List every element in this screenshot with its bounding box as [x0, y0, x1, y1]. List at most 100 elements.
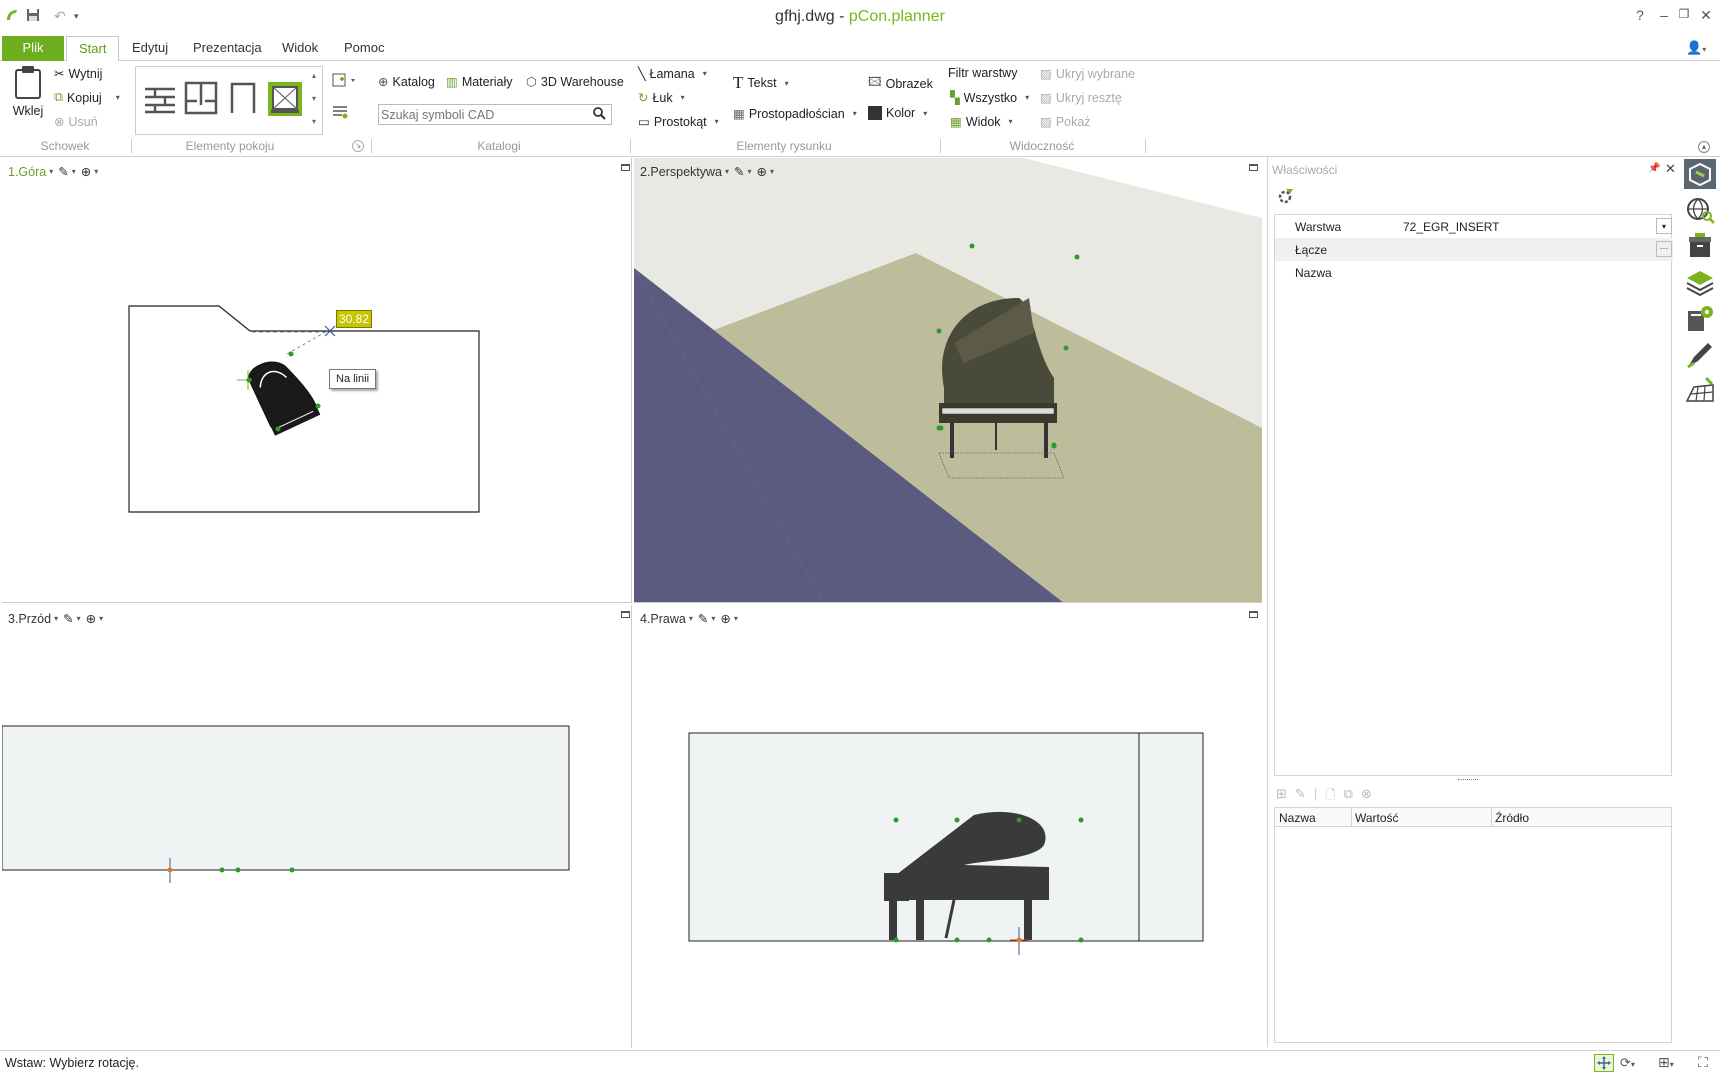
property-row-name[interactable]: Nazwa [1275, 261, 1673, 284]
hide-selected-button[interactable]: ▨ Ukryj wybrane [1040, 66, 1135, 82]
viewport-perspective[interactable]: 2.Perspektywa ▾ ✎ ▾ ⊕ ▾ [634, 158, 1262, 603]
view-filter-button[interactable]: ▦ Widok ▾ [950, 114, 1013, 130]
pen-icon[interactable]: ✎ [734, 164, 744, 179]
edit-icon[interactable]: ✎ [1295, 786, 1306, 808]
link-ellipsis-button[interactable]: ··· [1656, 241, 1672, 257]
archive-box-icon[interactable] [1684, 231, 1716, 261]
panel-close-icon[interactable]: ✕ [1665, 161, 1676, 177]
duplicate-icon[interactable]: ⧉ [1344, 786, 1353, 808]
rectangle-button[interactable]: ▭ Prostokąt ▾ [638, 114, 719, 130]
snap-mode-icon[interactable]: ⟳▾ [1620, 1055, 1635, 1071]
viewport-maximize-icon[interactable] [1249, 164, 1258, 171]
insert-symbol-icon[interactable] [332, 73, 358, 90]
group-label-katalogi: Katalogi [477, 139, 521, 153]
undo-icon[interactable]: ↶ [54, 8, 66, 25]
tab-edytuj[interactable]: Edytuj [120, 36, 180, 61]
color-swatch-icon [868, 106, 882, 120]
splitter-handle[interactable] [1458, 779, 1478, 780]
user-add-icon[interactable]: 👤▾ [1686, 40, 1706, 56]
properties-settings-icon[interactable] [1276, 187, 1294, 208]
crosshair-icon[interactable]: ⊕ [757, 164, 767, 179]
tab-widok[interactable]: Widok [270, 36, 330, 61]
cut-button[interactable]: ✂ Wytnij [54, 66, 102, 82]
column-header-source[interactable]: Źródło [1495, 811, 1529, 825]
fullscreen-icon[interactable]: ⛶ [1698, 1054, 1708, 1071]
tab-start[interactable]: Start [66, 36, 120, 62]
show-button[interactable]: ▨ Pokaż [1040, 114, 1091, 130]
move-mode-icon[interactable] [1594, 1054, 1614, 1072]
cad-search-input[interactable] [381, 106, 581, 123]
dialog-launcher-icon[interactable]: ↘ [352, 140, 364, 152]
column-header-value[interactable]: Wartość [1355, 811, 1399, 825]
ribbon-tabs: Plik Start Edytuj Prezentacja Widok Pomo… [0, 36, 1720, 62]
window-element-icon[interactable] [267, 81, 303, 117]
minimize-button[interactable]: – [1654, 7, 1674, 23]
group-separator [131, 139, 132, 153]
gallery-expand-icon[interactable]: ▾ [312, 117, 316, 126]
arc-icon: ↻ [638, 91, 649, 105]
save-icon[interactable] [26, 8, 40, 25]
table-toolbar: ⊞ ✎ | 🗋 ⧉ ⊗ [1276, 786, 1372, 808]
all-label: Wszystko [963, 90, 1018, 105]
add-row-icon[interactable]: ⊞ [1276, 786, 1287, 808]
pen-tool-icon[interactable] [1684, 339, 1716, 369]
viewport-top[interactable]: 1.Góra ▾ ✎ ▾ ⊕ ▾ 30.82 Na linii [2, 158, 632, 603]
property-value: 72_EGR_INSERT [1403, 220, 1500, 234]
catalog-gear-icon[interactable] [1684, 303, 1716, 333]
delete-button[interactable]: ⊗ Usuń [54, 114, 98, 130]
help-button[interactable]: ? [1630, 7, 1650, 23]
collapse-ribbon-icon[interactable]: ▴ [1698, 141, 1710, 153]
door-icon[interactable] [226, 81, 260, 115]
wall-icon[interactable] [143, 81, 177, 115]
hide-rest-button[interactable]: ▨ Ukryj resztę [1040, 90, 1122, 106]
all-button[interactable]: ▚ Wszystko ▾ [950, 90, 1029, 106]
dimension-input[interactable]: 30.82 [336, 310, 373, 328]
materials-button[interactable]: ▥ Materiały [446, 74, 513, 90]
layout-grid-icon[interactable]: ⊞▾ [1658, 1054, 1674, 1071]
properties-cube-icon[interactable] [1684, 159, 1716, 189]
materials-label: Materiały [461, 74, 513, 89]
polyline-button[interactable]: ╲ Łamana ▾ [638, 66, 707, 82]
pin-icon[interactable]: 📌 [1648, 163, 1660, 174]
arc-button[interactable]: ↻ Łuk ▾ [638, 90, 685, 106]
paste-button[interactable]: Wklej [10, 65, 46, 118]
close-button[interactable]: ✕ [1696, 7, 1716, 24]
quick-access-dropdown-icon[interactable]: ▾ [74, 11, 79, 22]
gallery-scroll-down-icon[interactable]: ▾ [312, 94, 316, 103]
restore-button[interactable]: ❐ [1674, 7, 1694, 21]
layer-filter-button[interactable]: Filtr warstwy [948, 66, 1017, 80]
catalog-button[interactable]: ⊕ Katalog [378, 74, 435, 90]
copy-button[interactable]: ⧉ Kopiuj ▾ [54, 90, 120, 105]
status-bar: Wstaw: Wybierz rotację. ⟳▾ ⊞▾ ⛶ [0, 1050, 1720, 1075]
arc-label: Łuk [652, 90, 673, 105]
app-logo-icon[interactable] [4, 7, 20, 26]
cad-search-box [378, 104, 612, 125]
color-button[interactable]: Kolor ▾ [868, 106, 927, 120]
property-row-layer[interactable]: Warstwa 72_EGR_INSERT ▾ [1275, 215, 1673, 238]
layers-icon[interactable] [1684, 267, 1716, 297]
list-settings-icon[interactable] [332, 105, 348, 122]
viewport-right[interactable]: 4.Prawa ▾ ✎ ▾ ⊕ ▾ [634, 605, 1262, 1048]
search-icon[interactable] [593, 107, 606, 123]
viewport-perspective-label[interactable]: 2.Perspektywa [640, 165, 722, 179]
gallery-scroll-up-icon[interactable]: ▴ [312, 71, 316, 80]
image-button[interactable]: 🖾 Obrazek [868, 73, 933, 94]
layer-dropdown-icon[interactable]: ▾ [1656, 218, 1672, 234]
globe-search-icon[interactable] [1684, 195, 1716, 225]
tab-plik[interactable]: Plik [2, 36, 64, 61]
text-button[interactable]: T Tekst ▾ [733, 73, 789, 93]
terrain-grid-icon[interactable] [1684, 375, 1716, 405]
ribbon: Wklej ✂ Wytnij ⧉ Kopiuj ▾ ⊗ Usuń Schowek ▴ ▾… [0, 61, 1720, 157]
room-layout-icon[interactable] [184, 81, 218, 115]
column-header-name[interactable]: Nazwa [1279, 811, 1316, 825]
remove-icon[interactable]: ⊗ [1361, 786, 1372, 808]
tab-prezentacja[interactable]: Prezentacja [181, 36, 274, 61]
rectangle-icon: ▭ [638, 115, 650, 129]
text-label: Tekst [747, 76, 777, 90]
viewport-front[interactable]: 3.Przód ▾ ✎ ▾ ⊕ ▾ [2, 605, 632, 1048]
warehouse-button[interactable]: ⬡ 3D Warehouse [526, 74, 624, 90]
tab-pomoc[interactable]: Pomoc [332, 36, 396, 61]
property-row-link[interactable]: Łącze ··· [1275, 238, 1673, 261]
new-document-icon[interactable]: 🗋 [1325, 786, 1335, 808]
box-button[interactable]: ▦ Prostopadłościan ▾ [733, 106, 857, 122]
